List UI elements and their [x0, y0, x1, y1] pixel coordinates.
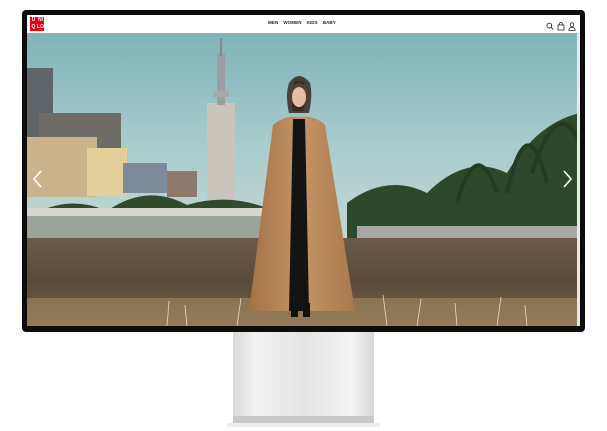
scrollbar[interactable]	[577, 33, 580, 326]
header-icons	[546, 18, 576, 31]
user-icon[interactable]	[568, 18, 576, 31]
monitor-stand	[233, 332, 374, 421]
screen: U NI Q LO MEN WOMEN KIDS BABY	[27, 15, 580, 326]
hero-banner[interactable]	[27, 33, 580, 326]
chevron-left-icon[interactable]	[31, 169, 45, 189]
brand-logo[interactable]: U NI Q LO	[30, 17, 44, 31]
logo-text-top-left: U	[31, 17, 36, 23]
nav-item-baby[interactable]: BABY	[323, 20, 336, 25]
nav-item-men[interactable]: MEN	[268, 20, 278, 25]
stand-shadow	[227, 423, 380, 427]
chevron-right-icon[interactable]	[560, 169, 574, 189]
logo-text-bottom-left: Q	[31, 24, 36, 30]
cart-icon[interactable]	[557, 18, 565, 31]
nav-item-kids[interactable]: KIDS	[307, 20, 318, 25]
search-icon[interactable]	[546, 18, 554, 30]
nav-item-women[interactable]: WOMEN	[283, 20, 301, 25]
hero-image	[27, 33, 580, 326]
logo-text-top-right: NI	[38, 17, 43, 23]
logo-text-bottom-right: LO	[37, 24, 44, 30]
monitor-stand-foot	[233, 416, 374, 423]
monitor: U NI Q LO MEN WOMEN KIDS BABY	[22, 10, 585, 332]
main-nav: MEN WOMEN KIDS BABY	[268, 20, 336, 25]
site-header: U NI Q LO MEN WOMEN KIDS BABY	[27, 15, 580, 33]
